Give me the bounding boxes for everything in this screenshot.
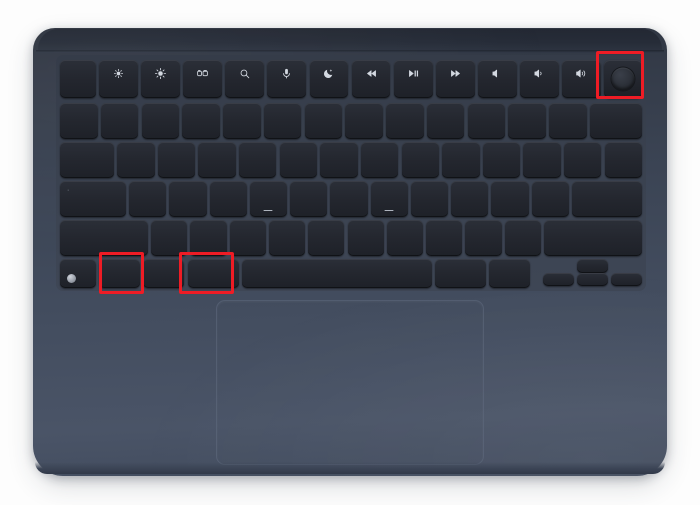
key-arrow-left[interactable] xyxy=(542,272,574,287)
key-e[interactable] xyxy=(198,142,236,178)
key-one[interactable] xyxy=(100,103,139,139)
key-d[interactable] xyxy=(209,181,247,217)
key-n[interactable] xyxy=(347,220,384,256)
home-row-bump-j xyxy=(384,209,394,211)
key-comma[interactable] xyxy=(426,220,463,256)
key-f5[interactable] xyxy=(267,60,307,98)
key-k[interactable] xyxy=(410,181,449,217)
key-g[interactable] xyxy=(290,181,328,217)
f8-icon xyxy=(394,67,433,83)
key-f3[interactable] xyxy=(183,60,223,98)
highlight-box-touch-id-key xyxy=(596,51,644,99)
key-v[interactable] xyxy=(269,220,306,256)
key-t[interactable] xyxy=(279,142,318,178)
key-f6[interactable] xyxy=(309,60,349,98)
key-o[interactable] xyxy=(442,142,480,178)
key-i[interactable] xyxy=(401,142,439,178)
f10-icon xyxy=(478,67,517,83)
key-a[interactable] xyxy=(129,181,167,217)
key-equal[interactable] xyxy=(549,103,587,139)
key-f12[interactable] xyxy=(561,60,601,98)
key-s[interactable] xyxy=(169,181,207,217)
key-f7[interactable] xyxy=(351,60,391,98)
f4-icon xyxy=(225,67,264,83)
f12-icon xyxy=(562,67,601,83)
key-five[interactable] xyxy=(263,103,302,139)
key-command-right[interactable] xyxy=(435,259,486,288)
highlight-box-control-key xyxy=(99,252,144,294)
key-b[interactable] xyxy=(308,220,345,256)
key-f9[interactable] xyxy=(435,60,475,98)
key-bracket-right[interactable] xyxy=(563,142,602,178)
key-j[interactable] xyxy=(370,181,408,217)
key-caps-lock[interactable]: · xyxy=(60,181,126,217)
key-three[interactable] xyxy=(182,103,220,139)
key-return[interactable] xyxy=(572,181,642,217)
screenshot-root: · xyxy=(0,0,700,505)
key-semicolon[interactable] xyxy=(491,181,529,217)
key-shift-right[interactable] xyxy=(544,220,642,256)
f9-icon xyxy=(436,67,475,83)
key-f1[interactable] xyxy=(99,60,139,98)
key-minus[interactable] xyxy=(508,103,547,139)
key-nine[interactable] xyxy=(426,103,465,139)
key-c[interactable] xyxy=(229,220,266,256)
key-m[interactable] xyxy=(386,220,423,256)
key-four[interactable] xyxy=(223,103,261,139)
key-grave[interactable] xyxy=(60,103,98,139)
f5-icon xyxy=(267,67,306,83)
key-x[interactable] xyxy=(190,220,227,256)
key-fn[interactable] xyxy=(60,259,96,288)
highlight-box-command-key xyxy=(179,252,234,294)
key-quote[interactable] xyxy=(531,181,569,217)
key-z[interactable] xyxy=(151,220,188,256)
globe-icon xyxy=(67,274,76,283)
key-space[interactable] xyxy=(241,259,432,288)
key-f[interactable] xyxy=(249,181,287,217)
f2-icon xyxy=(141,67,180,83)
key-l[interactable] xyxy=(451,181,489,217)
key-bracket-left[interactable] xyxy=(523,142,561,178)
key-f2[interactable] xyxy=(141,60,181,98)
key-f11[interactable] xyxy=(519,60,559,98)
key-arrow-down[interactable] xyxy=(576,272,608,287)
key-two[interactable] xyxy=(141,103,180,139)
caps-lock-led-icon: · xyxy=(67,187,70,194)
key-shift-left[interactable] xyxy=(60,220,148,256)
f3-icon xyxy=(183,67,222,83)
key-f4[interactable] xyxy=(225,60,265,98)
key-h[interactable] xyxy=(330,181,368,217)
f11-icon xyxy=(520,67,559,83)
key-esc[interactable] xyxy=(60,60,96,98)
key-seven[interactable] xyxy=(345,103,383,139)
key-period[interactable] xyxy=(465,220,502,256)
trackpad[interactable] xyxy=(216,300,484,465)
key-y[interactable] xyxy=(320,142,358,178)
f1-icon xyxy=(99,67,138,83)
key-arrow-right[interactable] xyxy=(611,272,642,287)
key-f8[interactable] xyxy=(393,60,433,98)
hinge-edge xyxy=(36,50,664,53)
key-arrow-up[interactable] xyxy=(576,259,608,273)
key-zero[interactable] xyxy=(467,103,506,139)
key-delete[interactable] xyxy=(590,103,642,139)
key-u[interactable] xyxy=(360,142,399,178)
home-row-bump-f xyxy=(263,209,273,211)
f7-icon xyxy=(352,67,391,83)
key-f10[interactable] xyxy=(477,60,517,98)
trackpad-notch xyxy=(299,464,401,472)
f6-icon xyxy=(310,67,349,83)
key-p[interactable] xyxy=(482,142,521,178)
key-option-right[interactable] xyxy=(489,259,531,288)
key-slash[interactable] xyxy=(504,220,541,256)
key-six[interactable] xyxy=(304,103,343,139)
key-r[interactable] xyxy=(239,142,277,178)
key-w[interactable] xyxy=(157,142,196,178)
key-backslash[interactable] xyxy=(604,142,642,178)
key-tab[interactable] xyxy=(60,142,114,178)
key-q[interactable] xyxy=(117,142,155,178)
key-eight[interactable] xyxy=(386,103,424,139)
